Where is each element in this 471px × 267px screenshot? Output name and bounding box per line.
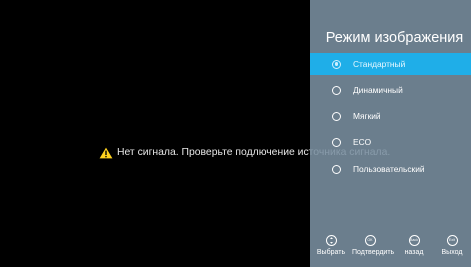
picture-mode-panel: Режим изображения Стандартный Динамичный… — [310, 0, 471, 267]
mode-item-soft[interactable]: Мягкий — [310, 105, 471, 127]
tv-screen: Нет сигнала. Проверьте подлючение источн… — [0, 0, 471, 267]
mode-label: Стандартный — [353, 59, 406, 69]
hint-label: назад — [404, 249, 424, 256]
mode-item-dynamic[interactable]: Динамичный — [310, 79, 471, 101]
hint-confirm: OK Подтвердить — [352, 235, 395, 256]
mode-item-standard[interactable]: Стандартный — [310, 53, 471, 75]
mode-item-user[interactable]: Пользовательский — [310, 158, 471, 180]
radio-icon — [332, 111, 341, 121]
radio-icon — [332, 137, 341, 147]
hint-label: Выход — [441, 249, 463, 256]
hint-select: Выбрать — [313, 235, 349, 256]
back-button-icon: Back — [408, 235, 420, 246]
exit-button-icon: Exit — [446, 235, 458, 246]
hint-back: Back назад — [396, 235, 432, 256]
dpad-icon — [325, 235, 337, 246]
mode-label: Динамичный — [353, 85, 403, 95]
warning-icon — [99, 146, 113, 159]
radio-icon — [332, 85, 341, 95]
hint-label: Выбрать — [316, 249, 346, 256]
radio-selected-icon — [332, 59, 341, 69]
mode-label: Мягкий — [353, 111, 381, 121]
mode-item-eco[interactable]: ECO — [310, 131, 471, 153]
hint-label: Подтвердить — [352, 249, 395, 256]
radio-icon — [332, 164, 341, 174]
panel-title: Режим изображения — [325, 30, 464, 46]
mode-label: ECO — [353, 137, 372, 147]
hint-exit: Exit Выход — [434, 235, 470, 256]
ok-button-icon: OK — [364, 235, 376, 246]
mode-label: Пользовательский — [353, 164, 425, 174]
